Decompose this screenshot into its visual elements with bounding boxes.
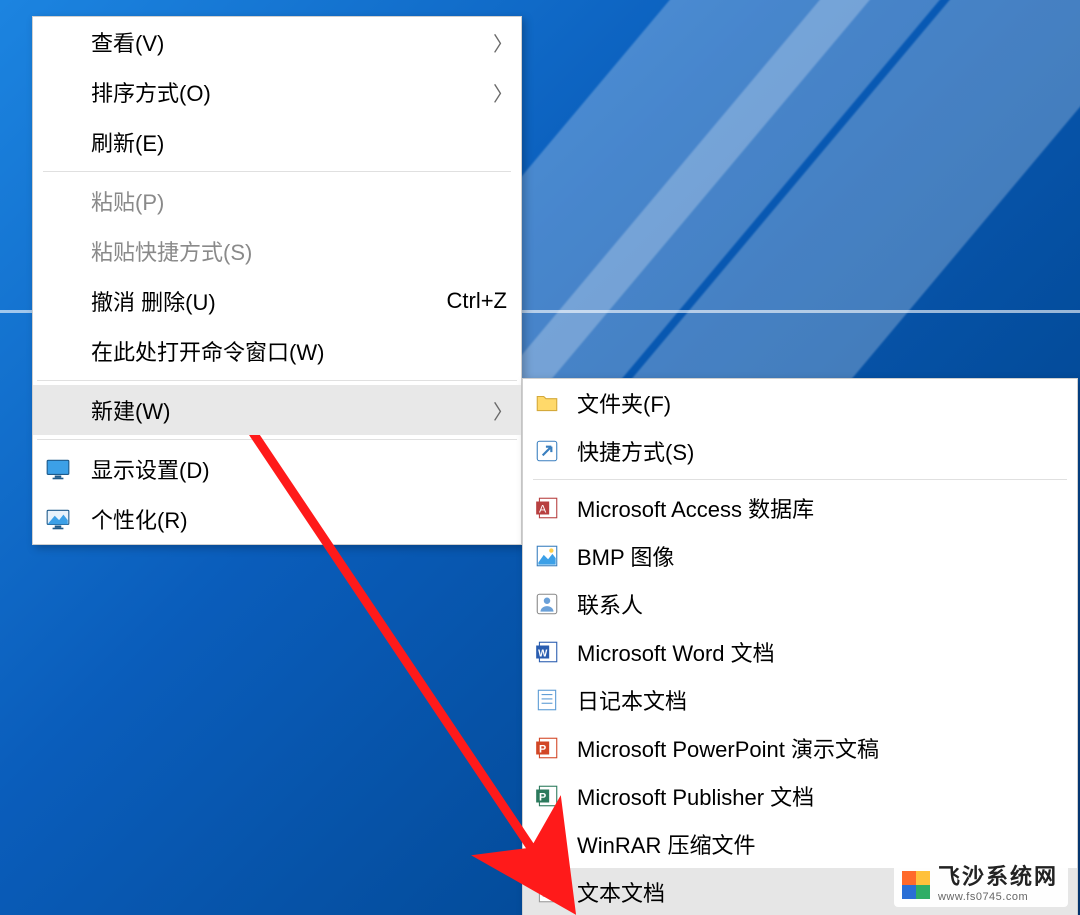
- spacer-icon: [43, 395, 73, 425]
- spacer-icon: [43, 336, 73, 366]
- menu-item-undo-delete[interactable]: 撤消 删除(U) Ctrl+Z: [33, 276, 521, 326]
- menu-label: 排序方式(O): [91, 76, 473, 108]
- menu-label: 个性化(R): [91, 503, 507, 535]
- svg-text:P: P: [539, 791, 546, 803]
- desktop-context-menu: 查看(V) 〉 排序方式(O) 〉 刷新(E) 粘贴(P) 粘贴快捷方式(S) …: [32, 16, 522, 545]
- menu-label: 快捷方式(S): [577, 435, 1063, 467]
- spacer-icon: [43, 286, 73, 316]
- word-icon: W: [533, 637, 561, 667]
- chevron-right-icon: 〉: [493, 28, 507, 57]
- publisher-icon: P: [533, 781, 561, 811]
- menu-label: Microsoft Access 数据库: [577, 492, 1063, 524]
- menu-label: Microsoft Publisher 文档: [577, 780, 1063, 812]
- submenu-item-contact[interactable]: 联系人: [523, 580, 1077, 628]
- bmp-icon: [533, 541, 561, 571]
- journal-icon: [533, 685, 561, 715]
- menu-label: Microsoft PowerPoint 演示文稿: [577, 732, 1063, 764]
- menu-label: WinRAR 压缩文件: [577, 828, 1063, 860]
- menu-label: 新建(W): [91, 394, 473, 426]
- menu-label: 显示设置(D): [91, 453, 507, 485]
- menu-label: BMP 图像: [577, 540, 1063, 572]
- menu-label: 粘贴(P): [91, 185, 507, 217]
- svg-text:A: A: [539, 503, 547, 515]
- watermark-url: www.fs0745.com: [938, 892, 1058, 903]
- access-icon: A: [533, 493, 561, 523]
- submenu-item-word[interactable]: W Microsoft Word 文档: [523, 628, 1077, 676]
- menu-item-new[interactable]: 新建(W) 〉: [33, 385, 521, 435]
- personalize-icon: [43, 504, 73, 534]
- submenu-item-powerpoint[interactable]: P Microsoft PowerPoint 演示文稿: [523, 724, 1077, 772]
- menu-label: 联系人: [577, 588, 1063, 620]
- folder-icon: [533, 388, 561, 418]
- svg-text:W: W: [538, 648, 548, 659]
- menu-label: 在此处打开命令窗口(W): [91, 335, 507, 367]
- display-settings-icon: [43, 454, 73, 484]
- spacer-icon: [43, 27, 73, 57]
- menu-separator: [37, 380, 517, 381]
- shortcut-icon: [533, 436, 561, 466]
- menu-label: 日记本文档: [577, 684, 1063, 716]
- chevron-right-icon: 〉: [493, 396, 507, 425]
- menu-label: 刷新(E): [91, 126, 507, 158]
- menu-item-paste-shortcut: 粘贴快捷方式(S): [33, 226, 521, 276]
- spacer-icon: [43, 186, 73, 216]
- menu-separator: [533, 479, 1067, 480]
- spacer-icon: [43, 77, 73, 107]
- spacer-icon: [43, 236, 73, 266]
- menu-item-refresh[interactable]: 刷新(E): [33, 117, 521, 167]
- new-submenu: 文件夹(F) 快捷方式(S) A Microsoft Access 数据库: [522, 378, 1078, 915]
- submenu-item-folder[interactable]: 文件夹(F): [523, 379, 1077, 427]
- submenu-item-bmp[interactable]: BMP 图像: [523, 532, 1077, 580]
- menu-item-display-settings[interactable]: 显示设置(D): [33, 444, 521, 494]
- menu-label: Microsoft Word 文档: [577, 636, 1063, 668]
- menu-label: 查看(V): [91, 26, 473, 58]
- submenu-item-journal[interactable]: 日记本文档: [523, 676, 1077, 724]
- menu-item-personalize[interactable]: 个性化(R): [33, 494, 521, 544]
- powerpoint-icon: P: [533, 733, 561, 763]
- menu-item-paste: 粘贴(P): [33, 176, 521, 226]
- svg-text:P: P: [539, 743, 546, 755]
- watermark: 飞沙系统网 www.fs0745.com: [894, 860, 1068, 907]
- contact-icon: [533, 589, 561, 619]
- menu-label: 撤消 删除(U): [91, 285, 417, 317]
- menu-item-sort[interactable]: 排序方式(O) 〉: [33, 67, 521, 117]
- desktop-background[interactable]: 查看(V) 〉 排序方式(O) 〉 刷新(E) 粘贴(P) 粘贴快捷方式(S) …: [0, 0, 1080, 915]
- submenu-item-publisher[interactable]: P Microsoft Publisher 文档: [523, 772, 1077, 820]
- text-icon: [533, 877, 561, 907]
- menu-shortcut: Ctrl+Z: [447, 288, 508, 314]
- watermark-logo-icon: [902, 871, 930, 899]
- menu-item-open-cmd[interactable]: 在此处打开命令窗口(W): [33, 326, 521, 376]
- menu-label: 文件夹(F): [577, 387, 1063, 419]
- submenu-item-shortcut[interactable]: 快捷方式(S): [523, 427, 1077, 475]
- menu-label: 粘贴快捷方式(S): [91, 235, 507, 267]
- chevron-right-icon: 〉: [493, 78, 507, 107]
- spacer-icon: [43, 127, 73, 157]
- menu-separator: [37, 439, 517, 440]
- winrar-icon: [533, 829, 561, 859]
- menu-item-view[interactable]: 查看(V) 〉: [33, 17, 521, 67]
- watermark-title: 飞沙系统网: [938, 866, 1058, 888]
- submenu-item-access[interactable]: A Microsoft Access 数据库: [523, 484, 1077, 532]
- menu-separator: [43, 171, 511, 172]
